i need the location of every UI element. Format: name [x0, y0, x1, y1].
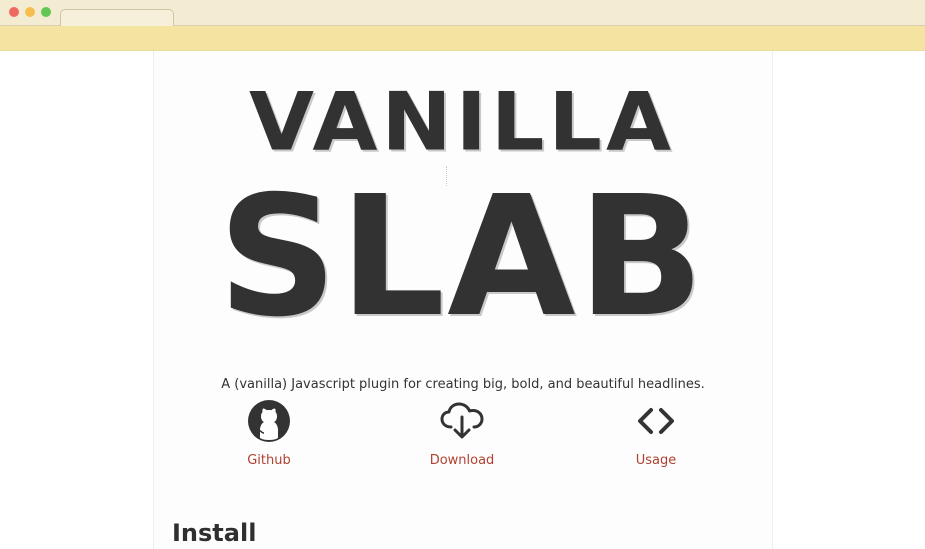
- usage-link[interactable]: Usage: [596, 400, 716, 470]
- install-heading: Install: [172, 519, 257, 547]
- github-icon: [248, 400, 290, 442]
- headline-line-2: SLAB: [217, 161, 707, 354]
- headline-line-1: VANILLA: [249, 75, 675, 169]
- browser-toolbar: [0, 26, 925, 51]
- usage-label: Usage: [635, 453, 677, 468]
- tagline: A (vanilla) Javascript plugin for creati…: [221, 377, 705, 392]
- code-icon: [638, 408, 674, 434]
- download-link[interactable]: Download: [402, 400, 522, 470]
- browser-titlebar: [0, 0, 925, 27]
- github-label: Github: [247, 453, 291, 468]
- download-label: Download: [429, 453, 495, 468]
- close-window-button[interactable]: [9, 7, 19, 17]
- maximize-window-button[interactable]: [41, 7, 51, 17]
- minimize-window-button[interactable]: [25, 7, 35, 17]
- browser-tab[interactable]: [60, 9, 174, 27]
- github-link[interactable]: Github: [209, 400, 329, 470]
- cloud-download-icon: [440, 402, 484, 439]
